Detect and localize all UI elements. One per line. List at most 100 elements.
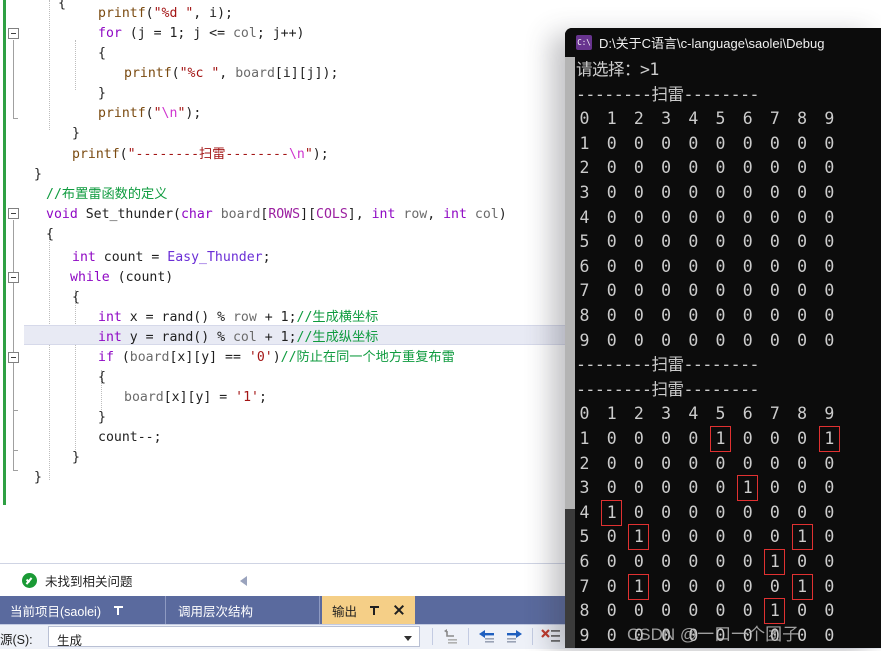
- code-line[interactable]: printf("%d ", i);: [24, 4, 233, 24]
- grid-cell: 0: [742, 232, 753, 252]
- grid-cell: 0: [769, 232, 780, 252]
- code-line[interactable]: printf("%c ", board[i][j]);: [24, 64, 338, 84]
- code-line[interactable]: printf("--------扫雷--------\n");: [24, 145, 329, 165]
- pin-icon[interactable]: [369, 604, 381, 616]
- code-line[interactable]: count--;: [24, 428, 162, 448]
- code-line[interactable]: }: [24, 84, 106, 104]
- code-line[interactable]: {: [24, 225, 54, 245]
- code-line[interactable]: }: [24, 408, 106, 428]
- code-token: '1': [235, 390, 259, 405]
- console-scrollbar[interactable]: [565, 57, 575, 648]
- grid-cell: 0: [742, 133, 753, 153]
- console-prompt-line: 请选择：>1: [576, 60, 659, 79]
- grid-cell: 0: [661, 133, 672, 153]
- code-line[interactable]: int y = rand() % col + 1;//生成纵坐标: [24, 328, 378, 348]
- grid1-row: 6000000000: [576, 255, 876, 280]
- code-token: "--------扫雷--------: [127, 147, 289, 162]
- code-line[interactable]: }: [24, 124, 80, 144]
- code-line[interactable]: void Set_thunder(char board[ROWS][COLS],…: [24, 205, 507, 225]
- grid-cell: 0: [688, 158, 699, 178]
- grid-cell: 0: [769, 478, 780, 498]
- left-triangle-icon[interactable]: [240, 576, 247, 586]
- grid-cell: 0: [824, 207, 835, 227]
- fold-toggle-icon[interactable]: [8, 208, 19, 219]
- code-line[interactable]: printf("\n");: [24, 104, 201, 124]
- grid-cell: 0: [661, 527, 672, 547]
- code-line[interactable]: board[x][y] = '1';: [24, 388, 267, 408]
- code-token: col: [474, 207, 499, 222]
- grid-cell: 0: [688, 502, 699, 522]
- grid-cell: 0: [606, 232, 617, 252]
- grid-row-label: 2: [579, 453, 590, 473]
- code-line[interactable]: {: [24, 368, 106, 388]
- console-app-icon: C:\: [576, 35, 592, 50]
- grid-cell: 0: [633, 133, 644, 153]
- grid-cell: 0: [715, 183, 726, 202]
- grid-cell: 0: [606, 429, 617, 448]
- grid-cell: 0: [742, 552, 753, 571]
- fold-toggle-icon[interactable]: [8, 28, 19, 39]
- code-line[interactable]: }: [24, 468, 42, 488]
- code-line[interactable]: if (board[x][y] == '0')//防止在同一个地方重复布雷: [24, 348, 455, 368]
- grid-header-cell: 2: [633, 109, 644, 129]
- code-line[interactable]: {: [24, 288, 80, 308]
- grid-cell: 0: [606, 601, 617, 621]
- grid-cell: 0: [688, 256, 699, 276]
- grid-row-label: 6: [579, 256, 590, 276]
- pin-icon[interactable]: [113, 604, 125, 616]
- code-token: //生成横坐标: [296, 310, 379, 325]
- back-arrow-icon[interactable]: [476, 628, 498, 646]
- fold-range-end: [13, 450, 18, 451]
- fold-toggle-icon[interactable]: [8, 352, 19, 363]
- code-line[interactable]: while (count): [24, 268, 173, 288]
- grid-cell: 0: [742, 158, 753, 178]
- grid-cell: 0: [633, 256, 644, 276]
- grid2-row: 5010000010: [576, 524, 876, 551]
- code-line[interactable]: {: [24, 44, 106, 64]
- console-scrollbar-thumb[interactable]: [565, 57, 575, 509]
- code-line[interactable]: }: [24, 165, 42, 185]
- grid-cell: 0: [769, 502, 780, 522]
- code-line[interactable]: //布置雷函数的定义: [24, 185, 167, 205]
- fold-toggle-icon[interactable]: [8, 272, 19, 283]
- grid-cell: 0: [769, 281, 780, 301]
- grid1-row: 9000000000: [576, 329, 876, 354]
- code-token: +: [256, 330, 281, 345]
- grid-cell: 0: [742, 429, 753, 448]
- code-token: //布置雷函数的定义: [46, 187, 168, 202]
- console-icon-text: C:\: [577, 38, 591, 47]
- grid-cell: 0: [797, 552, 808, 571]
- code-token: Easy_Thunder: [167, 250, 263, 265]
- clear-list-icon[interactable]: [540, 628, 562, 646]
- console-title-bar[interactable]: C:\ D:\关于C语言\c-language\saolei\Debug: [565, 28, 881, 57]
- code-token: count =: [95, 250, 168, 265]
- grid-cell: 0: [797, 478, 808, 498]
- grid-row-label: 1: [579, 429, 590, 448]
- grid-cell: 0: [797, 453, 808, 473]
- dock-tab[interactable]: 输出: [322, 596, 415, 624]
- grid-cell: 0: [715, 453, 726, 473]
- grid-cell: 0: [661, 502, 672, 522]
- code-line[interactable]: }: [24, 448, 80, 468]
- dock-tab[interactable]: 调用层次结构: [168, 596, 320, 624]
- code-token: Set_thunder(: [77, 207, 181, 222]
- grid-cell: 0: [824, 158, 835, 178]
- dock-tab[interactable]: 当前项目(saolei): [0, 596, 166, 624]
- source-select[interactable]: 生成: [48, 626, 420, 648]
- code-line[interactable]: int count = Easy_Thunder;: [24, 248, 271, 268]
- console-separator-line: --------扫雷--------: [576, 355, 759, 375]
- grid-cell: 0: [606, 453, 617, 473]
- code-folding-column[interactable]: [8, 0, 24, 520]
- code-line[interactable]: for (j = 1; j <= col; j++): [24, 24, 304, 44]
- grid-cell: 0: [633, 453, 644, 473]
- grid-cell: 0: [715, 207, 726, 227]
- code-line[interactable]: int x = rand() % row + 1;//生成横坐标: [24, 308, 378, 328]
- grid1-row: 2000000000: [576, 156, 876, 181]
- console-window[interactable]: C:\ D:\关于C语言\c-language\saolei\Debug 请选择…: [565, 28, 881, 648]
- grid-cell: 0: [769, 330, 780, 350]
- forward-arrow-icon[interactable]: [504, 628, 526, 646]
- code-token: ": [153, 106, 162, 121]
- grid-cell: 0: [797, 183, 808, 202]
- close-icon[interactable]: [393, 604, 405, 616]
- navigate-up-icon[interactable]: [440, 628, 462, 646]
